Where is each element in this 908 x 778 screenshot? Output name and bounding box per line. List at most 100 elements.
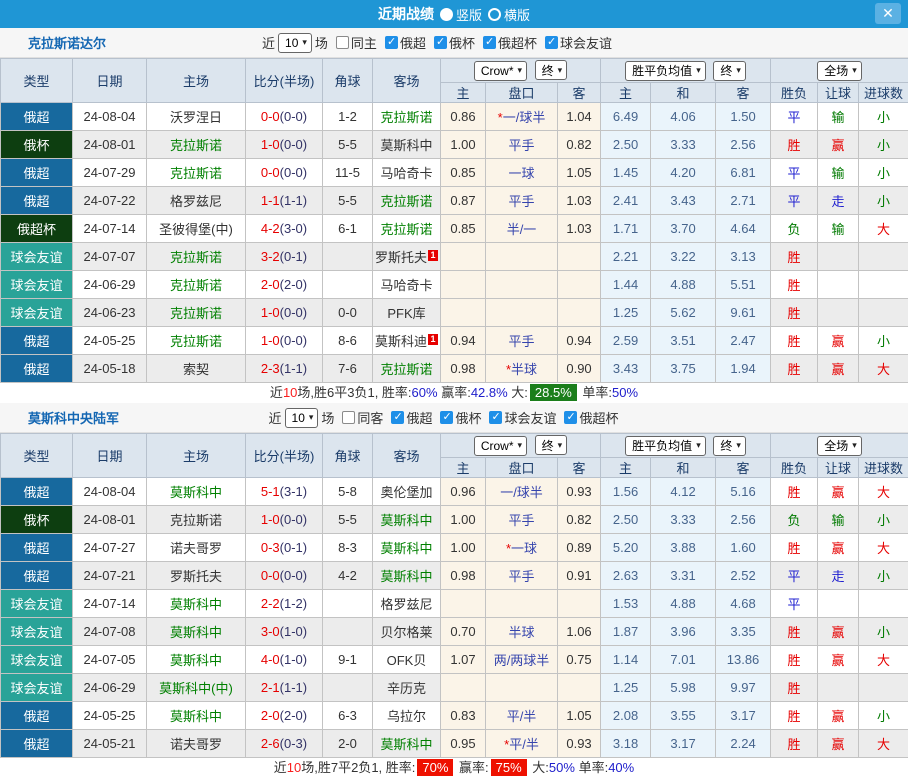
- layout-vertical-radio[interactable]: [440, 8, 453, 21]
- asia-final-select[interactable]: 终▾: [535, 435, 568, 455]
- asia-home-odds: 0.85: [441, 159, 486, 187]
- euro-draw-odds: 7.01: [651, 646, 716, 674]
- league-filter-1[interactable]: 俄杯: [434, 33, 475, 52]
- match-count-select[interactable]: 10▾: [285, 408, 319, 428]
- same-away-filter[interactable]: 同客: [342, 408, 383, 427]
- summary-part: 42.8%: [471, 385, 508, 400]
- match-date: 24-06-29: [73, 674, 147, 702]
- asia-home-odds: [441, 271, 486, 299]
- near-label: 近: [262, 33, 275, 52]
- same-home-filter[interactable]: 同主: [336, 33, 377, 52]
- euro-away-odds: 6.81: [716, 159, 771, 187]
- league-filter-2[interactable]: 球会友谊: [489, 408, 556, 427]
- euro-company-select[interactable]: 胜平负均值▾: [625, 61, 706, 81]
- euro-company-select[interactable]: 胜平负均值▾: [625, 436, 706, 456]
- match-date: 24-07-07: [73, 243, 147, 271]
- summary-part: 60%: [412, 385, 438, 400]
- league-filter-3[interactable]: 俄超杯: [564, 408, 618, 427]
- match-row: 俄超24-05-25莫斯科中2-0(2-0)6-3乌拉尔0.83平/半1.052…: [1, 702, 908, 730]
- summary-part: 大:: [508, 385, 528, 400]
- handicap-result-cell: 走: [818, 562, 859, 590]
- euro-away-odds: 2.71: [716, 187, 771, 215]
- same-home-checkbox[interactable]: [336, 36, 349, 49]
- league-checkbox[interactable]: [434, 36, 447, 49]
- chevron-down-icon: ▾: [518, 440, 523, 451]
- score: 5-1(3-1): [246, 478, 323, 506]
- match-date: 24-06-23: [73, 299, 147, 327]
- match-date: 24-08-04: [73, 103, 147, 131]
- away-team: 莫斯科中: [373, 730, 441, 758]
- euro-draw-odds: 3.70: [651, 215, 716, 243]
- league-filter-3[interactable]: 球会友谊: [545, 33, 612, 52]
- match-date: 24-07-22: [73, 187, 147, 215]
- euro-away-odds: 2.56: [716, 506, 771, 534]
- col-asia-away: 客: [558, 83, 601, 103]
- euro-home-odds: 6.49: [601, 103, 651, 131]
- league-filter-0[interactable]: 俄超: [385, 33, 426, 52]
- asia-company-select[interactable]: Crow*▾: [474, 61, 527, 81]
- col-euro-away: 客: [716, 458, 771, 478]
- handicap: 半/一: [486, 215, 558, 243]
- away-team: 克拉斯诺: [373, 187, 441, 215]
- euro-away-odds: 9.61: [716, 299, 771, 327]
- team1-filter-row: 克拉斯诺达尔 近 10▾ 场 同主 俄超 俄杯 俄超杯 球会友谊: [0, 28, 908, 58]
- card-mark-icon: 1: [428, 334, 438, 345]
- euro-home-odds: 5.20: [601, 534, 651, 562]
- home-team: 索契: [147, 355, 246, 383]
- layout-horizontal-radio[interactable]: [488, 8, 501, 21]
- handicap-result-cell: [818, 674, 859, 702]
- chevron-down-icon: ▾: [309, 412, 314, 423]
- league-checkbox[interactable]: [483, 36, 496, 49]
- score: 4-0(1-0): [246, 646, 323, 674]
- home-team: 莫斯科中: [147, 646, 246, 674]
- col-away: 客场: [373, 434, 441, 478]
- league-checkbox[interactable]: [545, 36, 558, 49]
- score: 2-1(1-1): [246, 674, 323, 702]
- away-team: 莫斯科迪1: [373, 327, 441, 355]
- col-date: 日期: [73, 59, 147, 103]
- league-checkbox[interactable]: [489, 411, 502, 424]
- goals-result-cell: 小: [859, 618, 908, 646]
- result-cell: 平: [771, 562, 818, 590]
- match-row: 球会友谊24-07-14莫斯科中2-2(1-2)格罗兹尼1.534.884.68…: [1, 590, 908, 618]
- euro-home-odds: 1.56: [601, 478, 651, 506]
- league-checkbox[interactable]: [440, 411, 453, 424]
- euro-final-select[interactable]: 终▾: [713, 436, 746, 456]
- euro-draw-odds: 3.75: [651, 355, 716, 383]
- asia-away-odds: 1.03: [558, 187, 601, 215]
- col-give: 让球: [818, 458, 859, 478]
- league-filter-1[interactable]: 俄杯: [440, 408, 481, 427]
- corners: 5-5: [323, 187, 373, 215]
- asia-away-odds: 0.93: [558, 478, 601, 506]
- asia-final-select[interactable]: 终▾: [535, 60, 568, 80]
- asia-company-select[interactable]: Crow*▾: [474, 436, 527, 456]
- close-icon[interactable]: ✕: [875, 3, 901, 24]
- euro-home-odds: 3.18: [601, 730, 651, 758]
- asia-away-odds: 0.82: [558, 506, 601, 534]
- same-away-checkbox[interactable]: [342, 411, 355, 424]
- goal-scope-select[interactable]: 全场▾: [817, 61, 862, 81]
- col-euro-home: 主: [601, 83, 651, 103]
- league-checkbox[interactable]: [391, 411, 404, 424]
- match-count-select[interactable]: 10▾: [278, 33, 312, 53]
- type-badge: 俄超杯: [1, 215, 73, 243]
- euro-draw-odds: 3.33: [651, 506, 716, 534]
- summary-part: 赢率:: [455, 760, 488, 775]
- corners: 8-3: [323, 534, 373, 562]
- league-checkbox[interactable]: [385, 36, 398, 49]
- corners: 8-6: [323, 327, 373, 355]
- league-filter-2[interactable]: 俄超杯: [483, 33, 537, 52]
- asia-away-odds: 0.82: [558, 131, 601, 159]
- match-row: 球会友谊24-07-08莫斯科中3-0(1-0)贝尔格莱0.70半球1.061.…: [1, 618, 908, 646]
- match-row: 俄超24-05-21诺夫哥罗2-6(0-3)2-0莫斯科中0.95*平/半0.9…: [1, 730, 908, 758]
- euro-final-select[interactable]: 终▾: [713, 61, 746, 81]
- goal-scope-select[interactable]: 全场▾: [817, 436, 862, 456]
- corners: 0-0: [323, 299, 373, 327]
- goals-result-cell: [859, 590, 908, 618]
- handicap-result-cell: [818, 243, 859, 271]
- league-filter-0[interactable]: 俄超: [391, 408, 432, 427]
- league-checkbox[interactable]: [564, 411, 577, 424]
- col-euro-home: 主: [601, 458, 651, 478]
- euro-home-odds: 1.25: [601, 674, 651, 702]
- result-cell: 胜: [771, 534, 818, 562]
